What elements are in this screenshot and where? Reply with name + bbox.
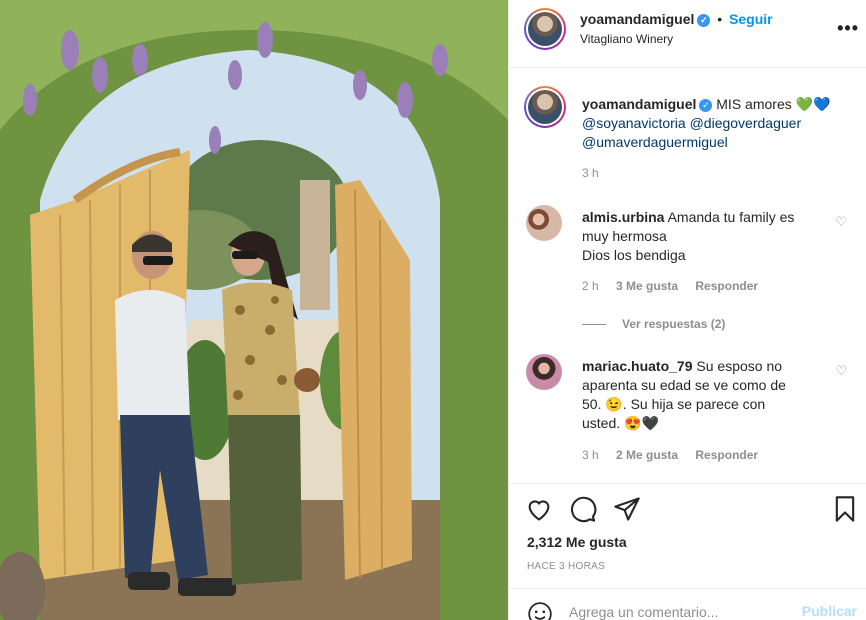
caption-avatar[interactable]	[524, 86, 566, 128]
post-photo[interactable]	[0, 0, 508, 620]
publish-button[interactable]: Publicar	[802, 603, 857, 619]
view-replies-button[interactable]: Ver respuestas (2)	[582, 317, 725, 331]
comment-text-block: mariac.huato_79 Su esposo no aparenta su…	[582, 357, 827, 433]
caption-timestamp: 3 h	[582, 166, 599, 180]
post-header: yoamandamiguel ✓ • Seguir Vitagliano Wine…	[509, 0, 866, 68]
verified-badge-icon: ✓	[699, 99, 713, 112]
blue-heart-emoji: 💙	[813, 96, 831, 112]
post-photo-image	[0, 0, 508, 620]
comment-like-heart-icon[interactable]: ♡	[835, 214, 847, 230]
post-side-panel: yoamandamiguel ✓ • Seguir Vitagliano Wine…	[508, 0, 866, 620]
comment-text-block: almis.urbina Amanda tu family es muy her…	[582, 208, 827, 265]
commenter-avatar[interactable]	[526, 354, 562, 390]
bookmark-icon[interactable]	[831, 495, 859, 523]
comment-text: 50. 😉. Su hija se parece con	[582, 396, 766, 412]
mention-link[interactable]: @soyanavictoria @diegoverdaguer	[582, 114, 852, 133]
commenter-avatar[interactable]	[526, 205, 562, 241]
post-timestamp: HACE 3 HORAS	[527, 561, 606, 572]
mention-link[interactable]: @umaverdaguermiguel	[582, 133, 852, 152]
reply-button[interactable]: Responder	[695, 448, 758, 462]
comment-meta: 2 h 3 Me gusta Responder	[582, 279, 772, 293]
more-options-icon[interactable]: •••	[837, 18, 859, 39]
author-avatar[interactable]	[524, 8, 566, 50]
green-heart-emoji: 💚	[795, 96, 814, 112]
comment-text: muy hermosa	[582, 228, 667, 244]
author-line: yoamandamiguel ✓ • Seguir	[580, 11, 773, 27]
likes-count[interactable]: 2,312 Me gusta	[527, 534, 627, 550]
replies-divider	[582, 324, 606, 326]
emoji-icon[interactable]	[527, 601, 553, 620]
post-actions	[509, 483, 866, 535]
comment-text: aparenta su edad se ve como de	[582, 377, 786, 393]
share-icon[interactable]	[613, 495, 641, 523]
comment-text: Dios los bendiga	[582, 247, 686, 263]
verified-badge-icon: ✓	[697, 14, 711, 27]
commenter-username[interactable]: mariac.huato_79	[582, 358, 693, 374]
post-location[interactable]: Vitagliano Winery	[580, 32, 673, 46]
comment-timestamp: 2 h	[582, 279, 599, 293]
heart-icon[interactable]	[525, 495, 553, 523]
comment-likes-count[interactable]: 3 Me gusta	[616, 279, 678, 293]
comment-input[interactable]	[569, 604, 769, 620]
view-replies-label: Ver respuestas (2)	[622, 317, 726, 331]
comment-text: Su esposo no	[696, 358, 783, 374]
comment-timestamp: 3 h	[582, 448, 599, 462]
comment-icon[interactable]	[569, 495, 597, 523]
add-comment-bar: Publicar	[509, 588, 866, 620]
follow-button[interactable]: Seguir	[729, 11, 773, 27]
caption-username[interactable]: yoamandamiguel	[582, 96, 696, 112]
reply-button[interactable]: Responder	[695, 279, 758, 293]
comment-like-heart-icon[interactable]: ♡	[835, 363, 847, 379]
comment-text: Amanda tu family es	[667, 209, 795, 225]
author-username[interactable]: yoamandamiguel	[580, 11, 694, 27]
comment-meta: 3 h 2 Me gusta Responder	[582, 448, 772, 462]
separator-dot: •	[717, 11, 723, 27]
comment-text: usted. 😍🖤	[582, 415, 659, 431]
comment-likes-count[interactable]: 2 Me gusta	[616, 448, 678, 462]
caption-text: MIS amores	[716, 96, 792, 112]
commenter-username[interactable]: almis.urbina	[582, 209, 664, 225]
caption-text-block: yoamandamiguel ✓ MIS amores 💚💙 @soyanavic…	[582, 95, 852, 152]
